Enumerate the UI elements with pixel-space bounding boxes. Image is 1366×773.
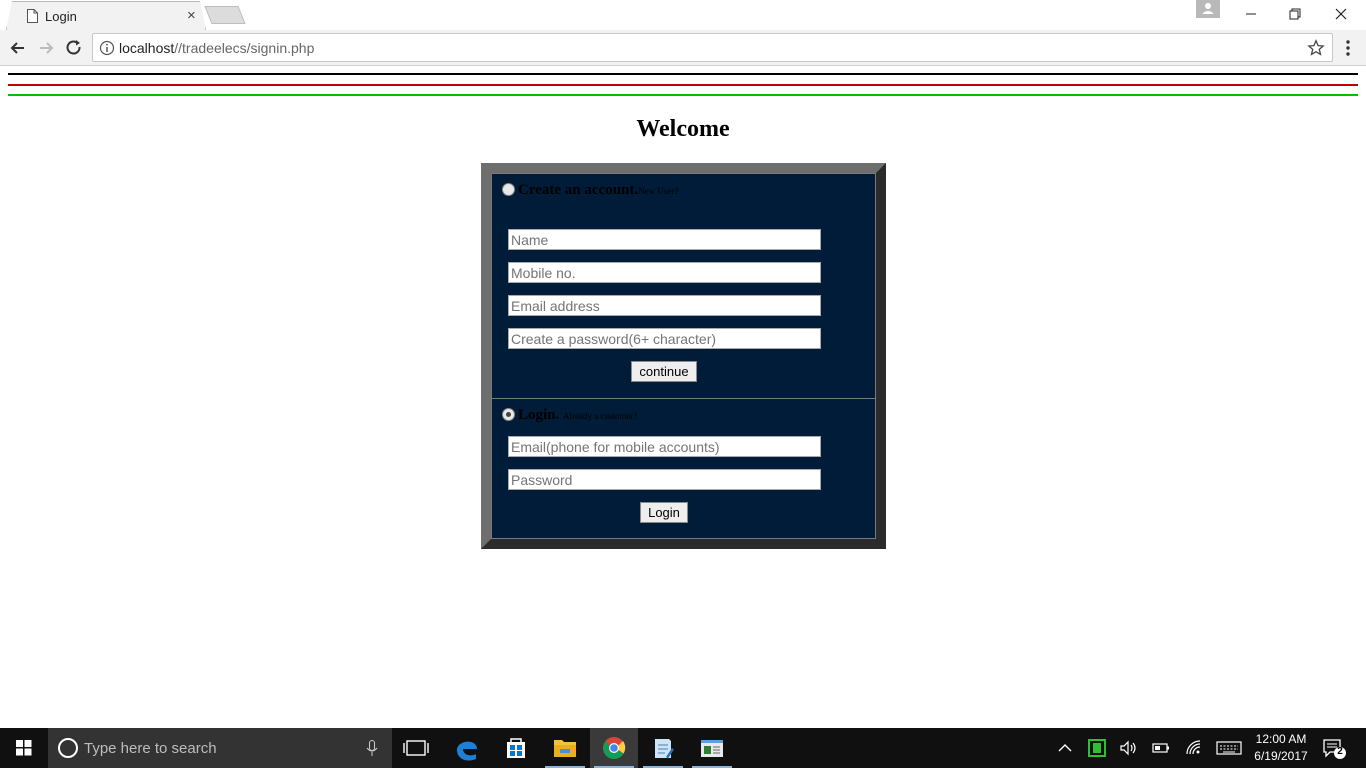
search-placeholder: Type here to search [84,740,217,757]
create-account-title: Create an account. [518,182,639,198]
name-input[interactable] [508,229,821,250]
task-view-button[interactable] [392,728,440,768]
notification-count: 2 [1337,746,1343,757]
user-icon [1202,3,1214,14]
mobile-input[interactable] [508,262,821,283]
new-tab-button[interactable] [204,6,246,24]
browser-titlebar: Login × [0,0,1366,30]
volume-icon[interactable] [1118,738,1138,758]
chevron-up-icon[interactable] [1055,738,1075,758]
login-panel: Login. Already a customer? Login [491,398,876,539]
taskbar-file-explorer[interactable] [541,728,589,768]
clock-date: 6/19/2017 [1254,749,1308,763]
tab-title: Login [45,9,77,24]
bookmark-star-icon[interactable] [1307,39,1325,57]
restore-icon[interactable] [1285,4,1305,24]
task-view-icon [403,740,429,756]
create-account-radio[interactable] [502,183,515,196]
file-explorer-icon [554,740,576,757]
url-text[interactable]: localhost//tradeelecs/signin.php [119,40,314,56]
create-account-subtitle: New User? [638,186,679,196]
store-icon [507,738,525,758]
reload-icon[interactable] [64,38,84,58]
back-arrow-icon[interactable] [8,38,28,58]
keyboard-icon[interactable] [1216,738,1242,758]
wifi-icon[interactable] [1184,738,1204,758]
login-title: Login. [518,407,560,423]
document-icon [27,9,38,23]
battery-icon[interactable] [1151,738,1171,758]
login-radio[interactable] [502,408,515,421]
email-input[interactable] [508,295,821,316]
clock-time: 12:00 AM [1255,732,1307,746]
rule-black [8,73,1358,75]
cortana-icon [58,738,78,758]
browser-toolbar: localhost//tradeelecs/signin.php [0,30,1366,66]
tray-app-icon[interactable] [1087,738,1107,758]
tab-close-icon[interactable]: × [187,7,196,24]
rule-red [8,84,1358,86]
browser-tab-active[interactable]: Login × [6,1,206,30]
edge-icon [457,741,477,761]
taskbar-edge[interactable] [443,728,491,768]
app-icon [701,740,723,757]
login-subtitle: Already a customer? [563,411,638,421]
login-heading: Login. Already a customer? [518,407,637,424]
info-icon[interactable] [99,40,115,56]
login-email-input[interactable] [508,436,821,457]
forward-arrow-icon[interactable] [36,38,56,58]
page-viewport: Welcome Create an account.New User? cont… [0,67,1366,728]
chrome-icon [603,737,626,759]
continue-button[interactable]: continue [631,361,697,382]
create-account-heading: Create an account.New User? [518,182,678,199]
profile-button[interactable] [1196,0,1220,18]
taskbar: Type here to search 12:00 AM 6/19/2017 2 [0,728,1366,768]
create-account-panel: Create an account.New User? continue [491,173,876,399]
page-title: Welcome [636,116,730,142]
taskbar-chrome[interactable] [590,728,638,768]
taskbar-store[interactable] [492,728,540,768]
address-bar[interactable]: localhost//tradeelecs/signin.php [92,33,1333,62]
menu-dots-icon[interactable] [1340,38,1356,58]
action-center-button[interactable]: 2 [1320,736,1348,760]
login-password-input[interactable] [508,469,821,490]
taskbar-notepad[interactable] [639,728,687,768]
login-button[interactable]: Login [640,502,688,523]
notepad-icon [655,739,674,759]
taskbar-clock[interactable]: 12:00 AM 6/19/2017 [1248,731,1314,765]
taskbar-search[interactable]: Type here to search [48,728,392,768]
signin-form-container: Create an account.New User? continue Log… [481,163,886,549]
create-password-input[interactable] [508,328,821,349]
taskbar-app[interactable] [688,728,736,768]
windows-logo-icon [16,740,32,756]
close-window-icon[interactable] [1331,4,1351,24]
minimize-icon[interactable] [1241,4,1261,24]
url-path: //tradeelecs/signin.php [174,40,315,56]
microphone-icon[interactable] [366,740,378,757]
url-host: localhost [119,40,175,56]
start-button[interactable] [0,728,48,768]
rule-green [8,94,1358,96]
